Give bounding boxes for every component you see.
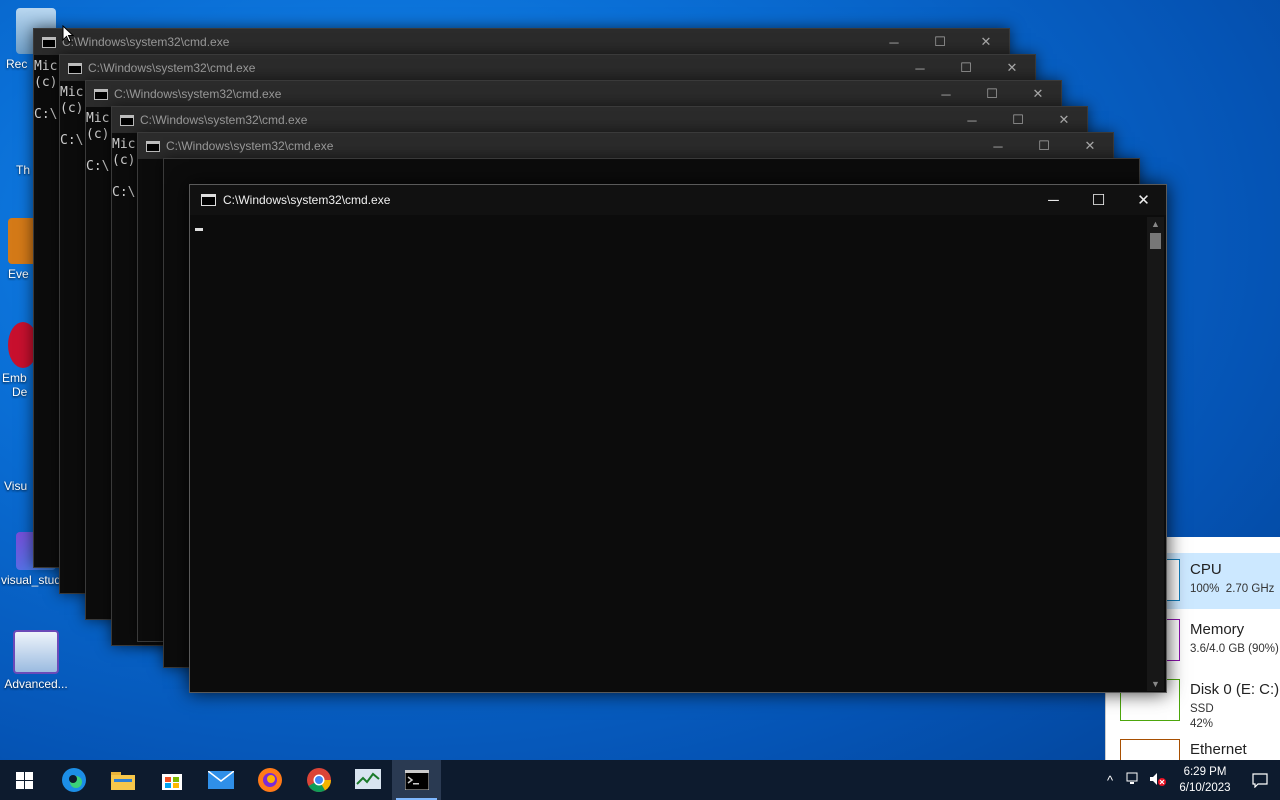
advanced-installer-icon	[13, 630, 59, 674]
maximize-button[interactable]: ☐	[917, 29, 963, 55]
start-button[interactable]	[0, 760, 49, 800]
window-title: C:\Windows\system32\cmd.exe	[223, 193, 391, 207]
desktop-icon-advanced[interactable]: Advanced...	[0, 630, 72, 691]
title-bar[interactable]: C:\Windows\system32\cmd.exe ─ ☐ ✕	[112, 107, 1087, 133]
window-title: C:\Windows\system32\cmd.exe	[166, 139, 334, 153]
cmd-icon	[146, 141, 160, 152]
close-button[interactable]: ✕	[1067, 133, 1113, 159]
cmd-window-active[interactable]: C:\Windows\system32\cmd.exe ─ ☐ ✕ ▲ ▼	[189, 184, 1167, 693]
maximize-button[interactable]: ☐	[995, 107, 1041, 133]
taskbar-firefox[interactable]	[245, 760, 294, 800]
tm-item-title: CPU	[1190, 561, 1222, 578]
title-bar[interactable]: C:\Windows\system32\cmd.exe ─ ☐ ✕	[34, 29, 1009, 55]
minimize-button[interactable]: ─	[923, 81, 969, 107]
volume-muted-icon[interactable]	[1146, 772, 1170, 789]
window-title: C:\Windows\system32\cmd.exe	[114, 87, 282, 101]
console-output: Mic (c) C:\	[86, 111, 109, 175]
scroll-down-arrow-icon[interactable]: ▼	[1147, 677, 1164, 691]
cmd-icon	[42, 37, 56, 48]
taskbar-store[interactable]	[147, 760, 196, 800]
maximize-button[interactable]: ☐	[969, 81, 1015, 107]
maximize-button[interactable]: ☐	[943, 55, 989, 81]
console-line: C:\	[34, 107, 58, 122]
chrome-icon	[306, 768, 331, 793]
console-line: (c)	[60, 101, 84, 116]
store-icon	[161, 774, 182, 790]
clock-date: 6/10/2023	[1179, 782, 1231, 794]
close-button[interactable]: ✕	[1121, 185, 1166, 215]
notification-icon	[1252, 772, 1268, 788]
cmd-icon	[94, 89, 108, 100]
title-bar[interactable]: C:\Windows\system32\cmd.exe ─ ☐ ✕	[138, 133, 1113, 159]
close-button[interactable]: ✕	[1041, 107, 1087, 133]
scroll-up-arrow-icon[interactable]: ▲	[1147, 217, 1164, 231]
close-button[interactable]: ✕	[989, 55, 1035, 81]
console-line: Mic	[112, 137, 136, 152]
system-tray: ^ 6:29 PM 6/10/2023	[1098, 760, 1280, 800]
console-output: Mic (c) C:\	[34, 59, 57, 123]
tm-item-detail: 100% 2.70 GHz	[1190, 583, 1275, 595]
network-icon[interactable]	[1122, 772, 1146, 789]
console-line: Mic	[86, 111, 110, 126]
desktop-icon-label: Advanced...	[4, 677, 68, 691]
taskbar-chrome[interactable]	[294, 760, 343, 800]
folder-icon	[110, 772, 135, 790]
console-output: Mic (c) C:\	[112, 137, 135, 201]
close-button[interactable]: ✕	[963, 29, 1009, 55]
maximize-button[interactable]: ☐	[1021, 133, 1067, 159]
taskbar-file-explorer[interactable]	[98, 760, 147, 800]
console-line: Mic	[60, 85, 84, 100]
console-line: (c)	[86, 127, 110, 142]
console-line: C:\	[60, 133, 84, 148]
show-hidden-icons-button[interactable]: ^	[1098, 773, 1122, 788]
cmd-icon	[120, 115, 134, 126]
tm-item-title: Disk 0 (E: C:)	[1190, 681, 1280, 698]
action-center-button[interactable]	[1240, 760, 1280, 800]
clock-time: 6:29 PM	[1183, 766, 1227, 778]
clock[interactable]: 6:29 PM 6/10/2023	[1170, 764, 1240, 796]
taskbar-edge[interactable]	[49, 760, 98, 800]
edge-icon	[61, 768, 86, 792]
taskbar-cmd[interactable]	[392, 760, 441, 800]
minimize-button[interactable]: ─	[897, 55, 943, 81]
windows-logo-icon	[16, 771, 33, 789]
tm-item-detail: 3.6/4.0 GB (90%)	[1190, 643, 1279, 655]
mail-icon	[207, 771, 234, 789]
console-output: Mic (c) C:\	[60, 85, 83, 149]
console-line: (c)	[112, 153, 136, 168]
task-manager-icon	[354, 769, 381, 789]
window-title: C:\Windows\system32\cmd.exe	[140, 113, 308, 127]
close-button[interactable]: ✕	[1015, 81, 1061, 107]
title-bar[interactable]: C:\Windows\system32\cmd.exe ─ ☐ ✕	[190, 185, 1166, 215]
cmd-icon	[68, 63, 82, 74]
maximize-button[interactable]: ☐	[1076, 185, 1121, 215]
taskbar: ^ 6:29 PM 6/10/2023	[0, 760, 1280, 800]
tm-item-detail: SSD 42%	[1190, 703, 1214, 730]
tm-item-title: Memory	[1190, 621, 1245, 638]
cmd-icon	[201, 194, 216, 206]
window-title: C:\Windows\system32\cmd.exe	[62, 35, 230, 49]
title-bar[interactable]: C:\Windows\system32\cmd.exe ─ ☐ ✕	[60, 55, 1035, 81]
tm-item-title: Ethernet	[1190, 741, 1247, 758]
window-title: C:\Windows\system32\cmd.exe	[88, 61, 256, 75]
title-bar[interactable]: C:\Windows\system32\cmd.exe ─ ☐ ✕	[86, 81, 1061, 107]
minimize-button[interactable]: ─	[871, 29, 917, 55]
taskbar-mail[interactable]	[196, 760, 245, 800]
console-line: (c)	[34, 75, 58, 90]
taskbar-task-manager[interactable]	[343, 760, 392, 800]
firefox-icon	[257, 768, 282, 792]
text-cursor	[195, 228, 203, 231]
console-line: C:\	[86, 159, 110, 174]
mouse-pointer-icon	[62, 25, 74, 43]
scrollbar-thumb[interactable]	[1150, 233, 1161, 249]
minimize-button[interactable]: ─	[1031, 185, 1076, 215]
vertical-scrollbar[interactable]: ▲ ▼	[1147, 217, 1164, 691]
console-line: Mic	[34, 59, 58, 74]
minimize-button[interactable]: ─	[949, 107, 995, 133]
minimize-button[interactable]: ─	[975, 133, 1021, 159]
cmd-icon	[404, 770, 429, 790]
console-line: C:\	[112, 185, 136, 200]
